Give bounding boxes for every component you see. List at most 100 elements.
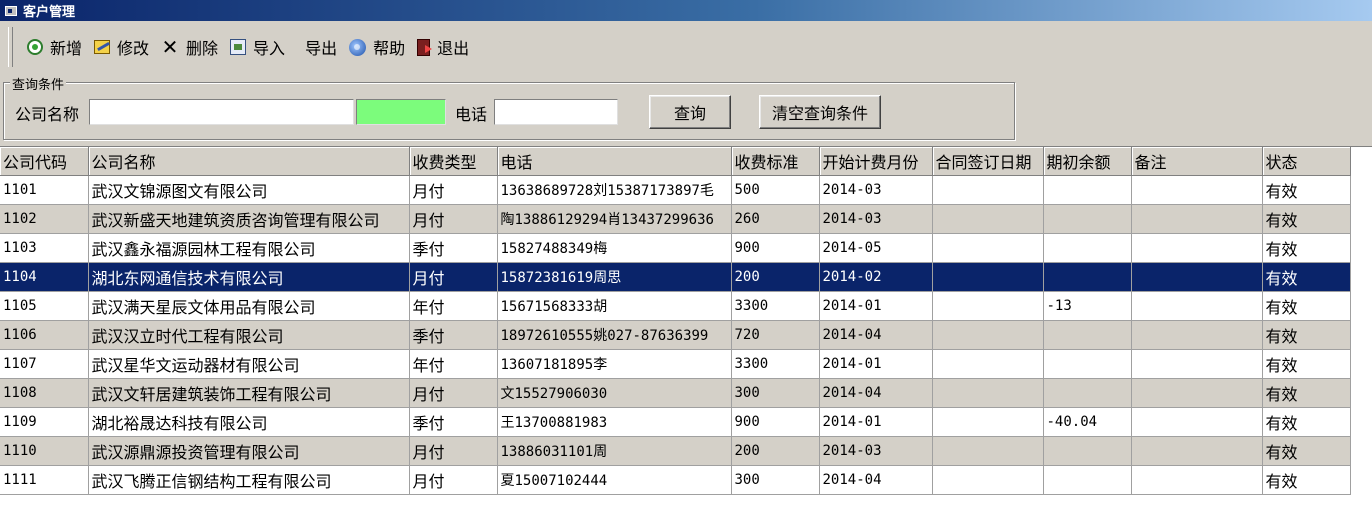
column-header[interactable]: 收费标准 (731, 147, 820, 176)
table-cell[interactable]: 300 (731, 465, 820, 495)
table-cell[interactable]: 月付 (409, 378, 498, 408)
table-cell[interactable]: 2014-05 (819, 233, 933, 263)
table-cell[interactable]: 有效 (1262, 465, 1351, 495)
table-cell[interactable]: 2014-03 (819, 175, 933, 205)
table-cell[interactable]: 武汉源鼎源投资管理有限公司 (88, 436, 410, 466)
import-button[interactable]: 导入 (224, 31, 291, 63)
table-cell[interactable]: 1103 (0, 233, 89, 263)
table-cell[interactable] (1131, 349, 1263, 379)
table-cell[interactable] (1131, 378, 1263, 408)
toolbar-grip-handle[interactable] (8, 27, 13, 67)
table-cell[interactable]: 260 (731, 204, 820, 234)
table-cell[interactable]: 武汉文轩居建筑装饰工程有限公司 (88, 378, 410, 408)
column-header[interactable]: 备注 (1131, 147, 1263, 176)
table-row[interactable]: 1102 武汉新盛天地建筑资质咨询管理有限公司 月付 陶13886129294肖134… (0, 204, 1351, 234)
table-cell[interactable]: 1106 (0, 320, 89, 350)
table-row[interactable]: 1104 湖北东网通信技术有限公司 月付 15872381619周思 200 2014-0… (0, 262, 1351, 292)
table-cell[interactable]: 有效 (1262, 436, 1351, 466)
table-cell[interactable] (1043, 204, 1132, 234)
table-cell[interactable] (1131, 436, 1263, 466)
column-header[interactable]: 开始计费月份 (819, 147, 933, 176)
table-cell[interactable]: 900 (731, 233, 820, 263)
table-cell[interactable]: 有效 (1262, 175, 1351, 205)
table-cell[interactable]: 200 (731, 436, 820, 466)
table-cell[interactable]: 2014-03 (819, 204, 933, 234)
table-cell[interactable] (932, 291, 1044, 321)
table-cell[interactable]: 500 (731, 175, 820, 205)
table-cell[interactable] (1131, 407, 1263, 437)
table-cell[interactable]: -40.04 (1043, 407, 1132, 437)
table-cell[interactable]: 1104 (0, 262, 89, 292)
table-cell[interactable] (932, 349, 1044, 379)
table-cell[interactable]: 720 (731, 320, 820, 350)
table-cell[interactable]: 900 (731, 407, 820, 437)
table-cell[interactable] (1131, 320, 1263, 350)
table-cell[interactable]: 武汉新盛天地建筑资质咨询管理有限公司 (88, 204, 410, 234)
table-cell[interactable]: 2014-02 (819, 262, 933, 292)
table-cell[interactable]: 有效 (1262, 378, 1351, 408)
table-cell[interactable]: 陶13886129294肖13437299636 (497, 204, 732, 234)
table-cell[interactable]: 有效 (1262, 291, 1351, 321)
extra-filter-input[interactable] (356, 99, 446, 125)
table-cell[interactable]: 13638689728刘15387173897毛 (497, 175, 732, 205)
table-cell[interactable]: 2014-01 (819, 349, 933, 379)
table-cell[interactable]: 年付 (409, 349, 498, 379)
column-header[interactable]: 合同签订日期 (932, 147, 1044, 176)
table-row[interactable]: 1107 武汉星华文运动器材有限公司 年付 13607181895李 3300 2014-… (0, 349, 1351, 379)
table-cell[interactable]: 有效 (1262, 407, 1351, 437)
table-cell[interactable]: 有效 (1262, 320, 1351, 350)
table-cell[interactable]: 季付 (409, 320, 498, 350)
exit-button[interactable]: 退出 (411, 31, 475, 63)
table-cell[interactable] (932, 233, 1044, 263)
column-header[interactable]: 电话 (497, 147, 732, 176)
table-cell[interactable]: 1107 (0, 349, 89, 379)
table-cell[interactable] (1043, 378, 1132, 408)
table-cell[interactable]: 月付 (409, 204, 498, 234)
table-cell[interactable] (1043, 349, 1132, 379)
table-cell[interactable]: 2014-04 (819, 378, 933, 408)
table-cell[interactable]: 1110 (0, 436, 89, 466)
table-cell[interactable] (1043, 262, 1132, 292)
table-cell[interactable]: 夏15007102444 (497, 465, 732, 495)
table-cell[interactable] (1043, 175, 1132, 205)
table-cell[interactable]: 有效 (1262, 349, 1351, 379)
table-row[interactable]: 1110 武汉源鼎源投资管理有限公司 月付 13886031101周 200 2014-0… (0, 436, 1351, 466)
table-cell[interactable]: 湖北裕晟达科技有限公司 (88, 407, 410, 437)
phone-input[interactable] (494, 99, 618, 125)
table-row[interactable]: 1105 武汉满天星辰文体用品有限公司 年付 15671568333胡 3300 2014… (0, 291, 1351, 321)
table-cell[interactable]: 200 (731, 262, 820, 292)
column-header[interactable]: 状态 (1262, 147, 1351, 176)
table-cell[interactable]: 300 (731, 378, 820, 408)
table-cell[interactable]: 15671568333胡 (497, 291, 732, 321)
clear-query-button[interactable]: 清空查询条件 (759, 95, 881, 129)
table-cell[interactable] (932, 407, 1044, 437)
table-cell[interactable]: 2014-03 (819, 436, 933, 466)
table-cell[interactable]: 2014-04 (819, 320, 933, 350)
table-cell[interactable]: 武汉汉立时代工程有限公司 (88, 320, 410, 350)
customer-grid[interactable]: 公司代码 公司名称 收费类型 电话 收费标准 开始计费月份 合同签订日期 期初余额 备注 状态 1… (0, 146, 1372, 516)
table-cell[interactable]: 2014-01 (819, 407, 933, 437)
table-cell[interactable] (1131, 204, 1263, 234)
column-header[interactable]: 期初余额 (1043, 147, 1132, 176)
table-cell[interactable]: 18972610555姚027-87636399 (497, 320, 732, 350)
table-cell[interactable]: 1105 (0, 291, 89, 321)
table-cell[interactable] (1131, 291, 1263, 321)
table-row[interactable]: 1108 武汉文轩居建筑装饰工程有限公司 月付 文15527906030 300 2014… (0, 378, 1351, 408)
table-cell[interactable]: 15872381619周思 (497, 262, 732, 292)
table-cell[interactable] (1131, 175, 1263, 205)
table-cell[interactable]: 武汉鑫永福源园林工程有限公司 (88, 233, 410, 263)
table-cell[interactable]: 月付 (409, 175, 498, 205)
table-cell[interactable]: 月付 (409, 465, 498, 495)
delete-button[interactable]: ✕ 删除 (155, 31, 224, 63)
table-cell[interactable]: 1101 (0, 175, 89, 205)
table-cell[interactable] (932, 262, 1044, 292)
table-row[interactable]: 1111 武汉飞腾正信钢结构工程有限公司 月付 夏15007102444 300 2014… (0, 465, 1351, 495)
table-cell[interactable]: 有效 (1262, 204, 1351, 234)
table-cell[interactable] (932, 436, 1044, 466)
table-cell[interactable]: 3300 (731, 349, 820, 379)
table-cell[interactable]: 月付 (409, 262, 498, 292)
table-cell[interactable]: 1109 (0, 407, 89, 437)
table-cell[interactable]: 15827488349梅 (497, 233, 732, 263)
table-cell[interactable] (932, 378, 1044, 408)
table-cell[interactable]: 季付 (409, 233, 498, 263)
